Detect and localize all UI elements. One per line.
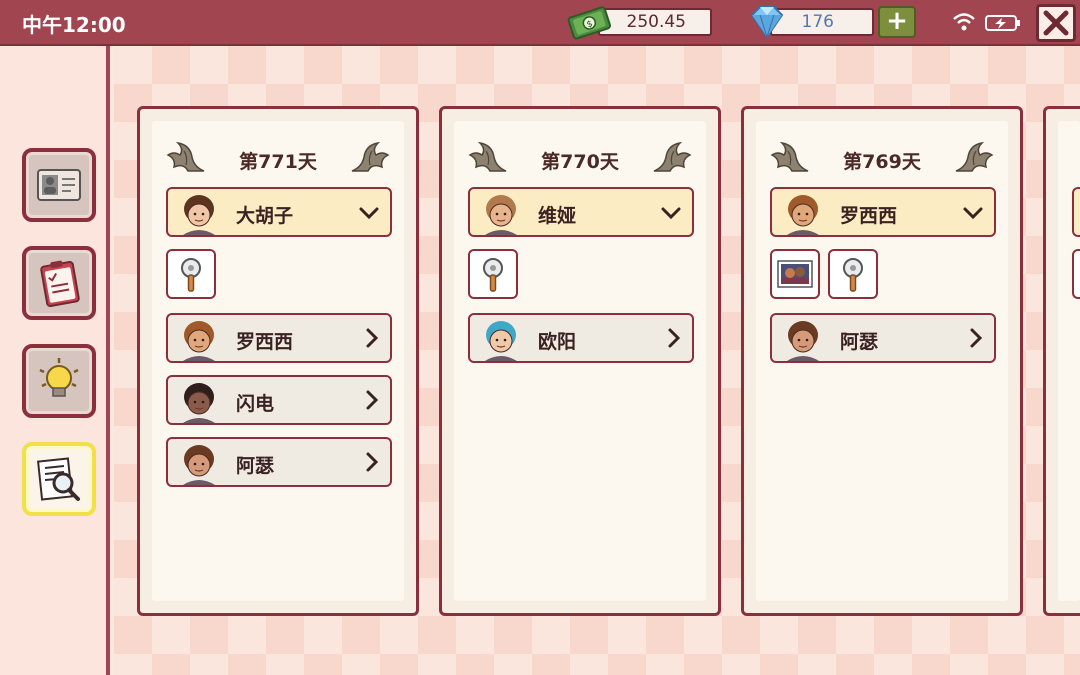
chevron-down-icon — [962, 205, 984, 221]
selected-customer-dropdown[interactable]: 大胡子 — [166, 187, 392, 237]
photo-item[interactable] — [770, 249, 820, 299]
customer-name: 大胡子 — [236, 205, 294, 227]
wifi-icon — [953, 13, 975, 31]
customer-name: 欧阳 — [538, 331, 577, 353]
customer-name: 维娅 — [538, 205, 577, 227]
customer-avatar — [776, 317, 830, 361]
chevron-right-icon — [666, 327, 682, 349]
day-card-partial — [1043, 106, 1080, 616]
sidebar-item-clipboard[interactable] — [22, 246, 96, 320]
add-gems-button[interactable]: + — [878, 6, 916, 38]
money-counter: 250.45 — [598, 8, 712, 36]
customer-avatar — [172, 191, 226, 235]
chevron-right-icon — [968, 327, 984, 349]
sidebar — [0, 46, 110, 675]
chevron-down-icon — [660, 205, 682, 221]
sidebar-item-investigation[interactable] — [22, 442, 96, 516]
magnifier-notes-icon — [36, 457, 80, 501]
customer-avatar — [172, 441, 226, 485]
customer-avatar — [776, 191, 830, 235]
day-card: 第770天 维娅 欧阳 — [439, 106, 721, 616]
chevron-right-icon — [364, 451, 380, 473]
photo-item[interactable] — [1072, 249, 1080, 299]
customer-row[interactable]: 阿瑟 — [166, 437, 392, 487]
customer-avatar — [172, 379, 226, 423]
customer-row[interactable]: 阿瑟 — [770, 313, 996, 363]
customer-name: 罗西西 — [236, 331, 294, 353]
customer-avatar — [474, 191, 528, 235]
sidebar-item-id-card[interactable] — [22, 148, 96, 222]
diamond-icon — [750, 6, 784, 39]
customer-row[interactable]: 欧阳 — [468, 313, 694, 363]
day-title: 第771天 — [239, 151, 317, 173]
customer-name: 闪电 — [236, 393, 275, 415]
customer-avatar — [172, 317, 226, 361]
selected-customer-dropdown[interactable] — [1072, 187, 1080, 237]
battery-charging-icon — [985, 15, 1020, 31]
day-card: 第769天 罗西西 阿瑟 — [741, 106, 1023, 616]
pizza-cutter-item[interactable] — [828, 249, 878, 299]
lightbulb-icon — [39, 358, 79, 397]
top-status-bar: 中午12:00 250.45 $ 176 + — [0, 0, 1080, 46]
customer-name: 阿瑟 — [236, 455, 275, 477]
selected-customer-dropdown[interactable]: 罗西西 — [770, 187, 996, 237]
chevron-right-icon — [364, 389, 380, 411]
customer-avatar — [474, 317, 528, 361]
customer-row[interactable]: 闪电 — [166, 375, 392, 425]
pizza-cutter-item[interactable] — [468, 249, 518, 299]
customer-name: 罗西西 — [840, 205, 898, 227]
close-button[interactable] — [1036, 4, 1076, 42]
day-title: 第769天 — [843, 151, 921, 173]
clipboard-checklist-icon — [40, 260, 80, 307]
selected-customer-dropdown[interactable]: 维娅 — [468, 187, 694, 237]
chevron-down-icon — [358, 205, 380, 221]
customer-name: 阿瑟 — [840, 331, 879, 353]
customer-row[interactable]: 罗西西 — [166, 313, 392, 363]
chevron-right-icon — [364, 327, 380, 349]
clock-time: 中午12:00 — [22, 13, 126, 37]
money-icon: $ — [567, 6, 611, 40]
id-card-icon — [37, 169, 81, 201]
day-card: 第771天 大胡子 罗西西 闪电 阿瑟 — [137, 106, 419, 616]
day-title: 第770天 — [541, 151, 619, 173]
pizza-cutter-item[interactable] — [166, 249, 216, 299]
close-icon — [1043, 10, 1069, 36]
sidebar-item-lightbulb[interactable] — [22, 344, 96, 418]
